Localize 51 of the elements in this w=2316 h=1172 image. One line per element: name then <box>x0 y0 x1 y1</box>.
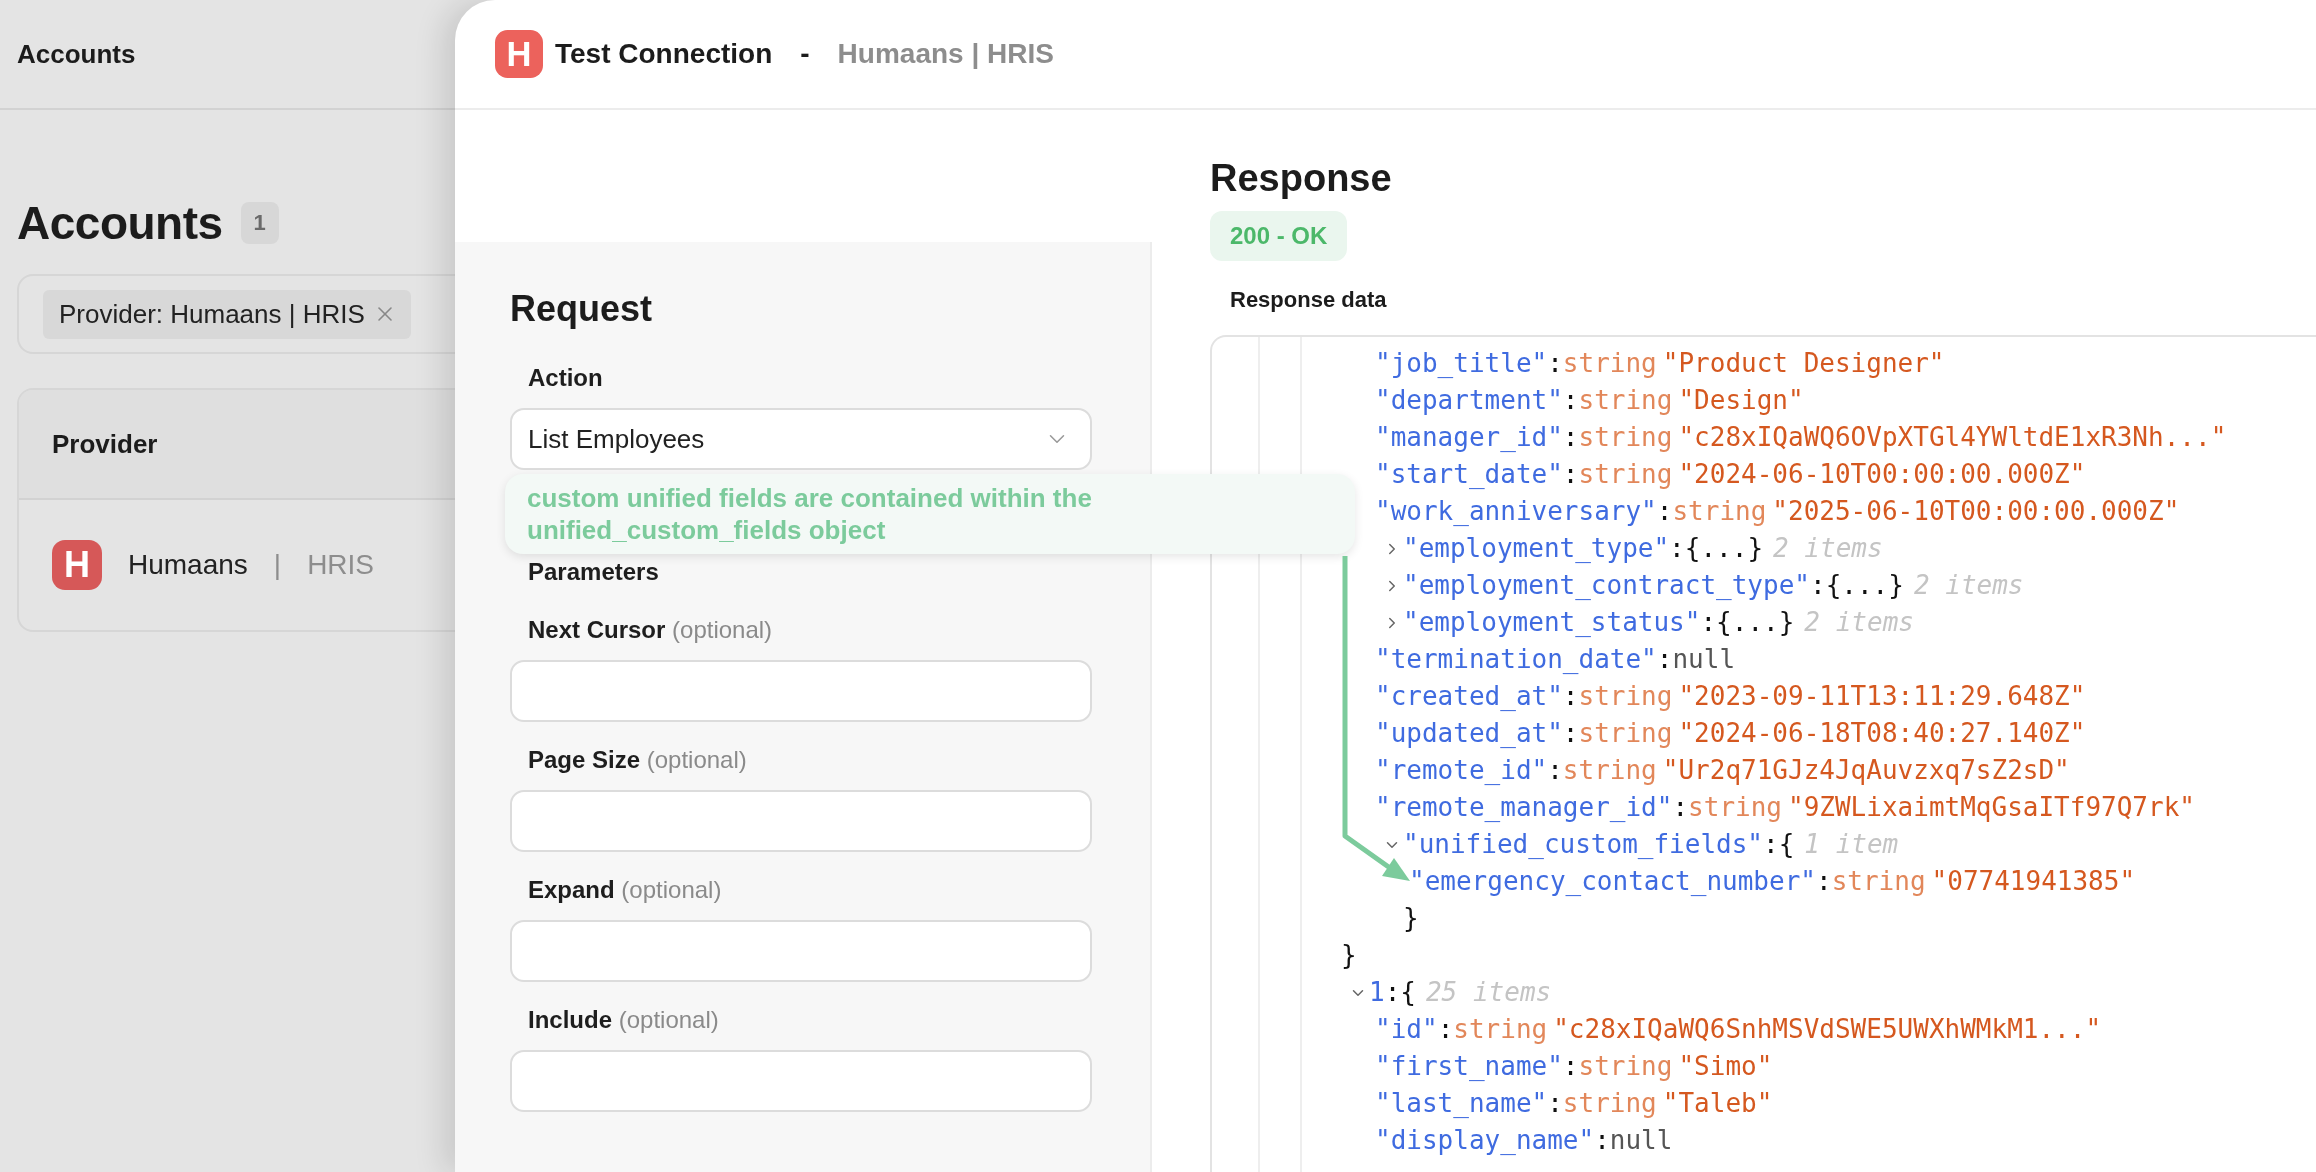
code-line: "start_date":string "2024-06-10T00:00:00.000Z" <box>1375 458 2086 491</box>
code-line: "created_at":string "2023-09-11T13:11:29.648Z" <box>1375 680 2086 713</box>
field-label: Expand (optional) <box>528 875 723 905</box>
code-line: "employment_contract_type":{...} 2 items <box>1403 569 2024 602</box>
code-line: "remote_manager_id":string "9ZWLixaimtMqGsaITf97Q7rk" <box>1375 791 2195 824</box>
section-label: Parameters <box>528 557 660 587</box>
provider-logo: H <box>495 30 543 78</box>
field-label: Action <box>528 363 604 393</box>
code-line: "updated_at":string "2024-06-18T08:40:27.140Z" <box>1375 717 2086 750</box>
section-title: Response <box>1210 156 1393 201</box>
code-line: } <box>1341 939 1357 972</box>
code-line: "employment_status":{...} 2 items <box>1403 606 1914 639</box>
provider-category: HRIS <box>307 549 375 581</box>
status-badge: 200 - OK <box>1210 211 1348 261</box>
code-line: "unified_custom_fields":{ 1 item <box>1403 828 1899 861</box>
count-badge: 1 <box>240 202 279 244</box>
code-line: 1:{ 25 items <box>1369 976 1552 1009</box>
provider-name: Humaans <box>128 549 248 581</box>
sheet-title: Test Connection <box>555 38 773 70</box>
field-label: Include (optional) <box>528 1005 720 1035</box>
filter-chip[interactable]: Provider: Humaans | HRIS <box>43 289 411 339</box>
code-line: "termination_date":null <box>1375 643 1736 676</box>
field-label: Next Cursor (optional) <box>528 615 774 645</box>
column-header: Provider <box>52 428 158 460</box>
code-line: "remote_id":string "Ur2q71GJz4JqAuvzxq7sZ2sD" <box>1375 754 2070 787</box>
field-label: Page Size (optional) <box>528 745 748 775</box>
text-input[interactable] <box>510 660 1092 722</box>
action-select[interactable]: List Employees <box>510 408 1092 470</box>
section-title: Request <box>510 287 654 331</box>
provider-logo: H <box>52 540 102 590</box>
code-line: "department":string "Design" <box>1375 384 1804 417</box>
sheet-subtitle: Humaans | HRIS <box>837 38 1054 70</box>
code-line: "job_title":string "Product Designer" <box>1375 347 1945 380</box>
page-heading: Accounts <box>17 196 223 250</box>
title-separator: - <box>800 38 810 70</box>
pipe-separator: | <box>273 549 282 581</box>
code-line: "last_name":string "Taleb" <box>1375 1087 1773 1120</box>
code-line: "manager_id":string "c28xIQaWQ6OVpXTGl4YWltdE1xR3Nh..." <box>1375 421 2227 454</box>
text-input[interactable] <box>510 790 1092 852</box>
code-line: "emergency_contact_number":string "07741941385" <box>1409 865 2136 898</box>
section-label: Response data <box>1230 287 1388 313</box>
annotation-callout: custom unified fields are contained within the unified_custom_fields object <box>505 474 1355 554</box>
text-input[interactable] <box>510 1050 1092 1112</box>
page-title: Accounts <box>17 38 136 70</box>
code-line: "first_name":string "Simo" <box>1375 1050 1773 1083</box>
code-line: "id":string "c28xIQaWQ6SnhMSVdSWE5UWXhWMkM1..." <box>1375 1013 2102 1046</box>
code-line: } <box>1403 902 1419 935</box>
text-input[interactable] <box>510 920 1092 982</box>
code-line: "work_anniversary":string "2025-06-10T00:00:00.000Z" <box>1375 495 2180 528</box>
code-line: "display_name":null <box>1375 1124 1673 1157</box>
code-line: "employment_type":{...} 2 items <box>1403 532 1883 565</box>
